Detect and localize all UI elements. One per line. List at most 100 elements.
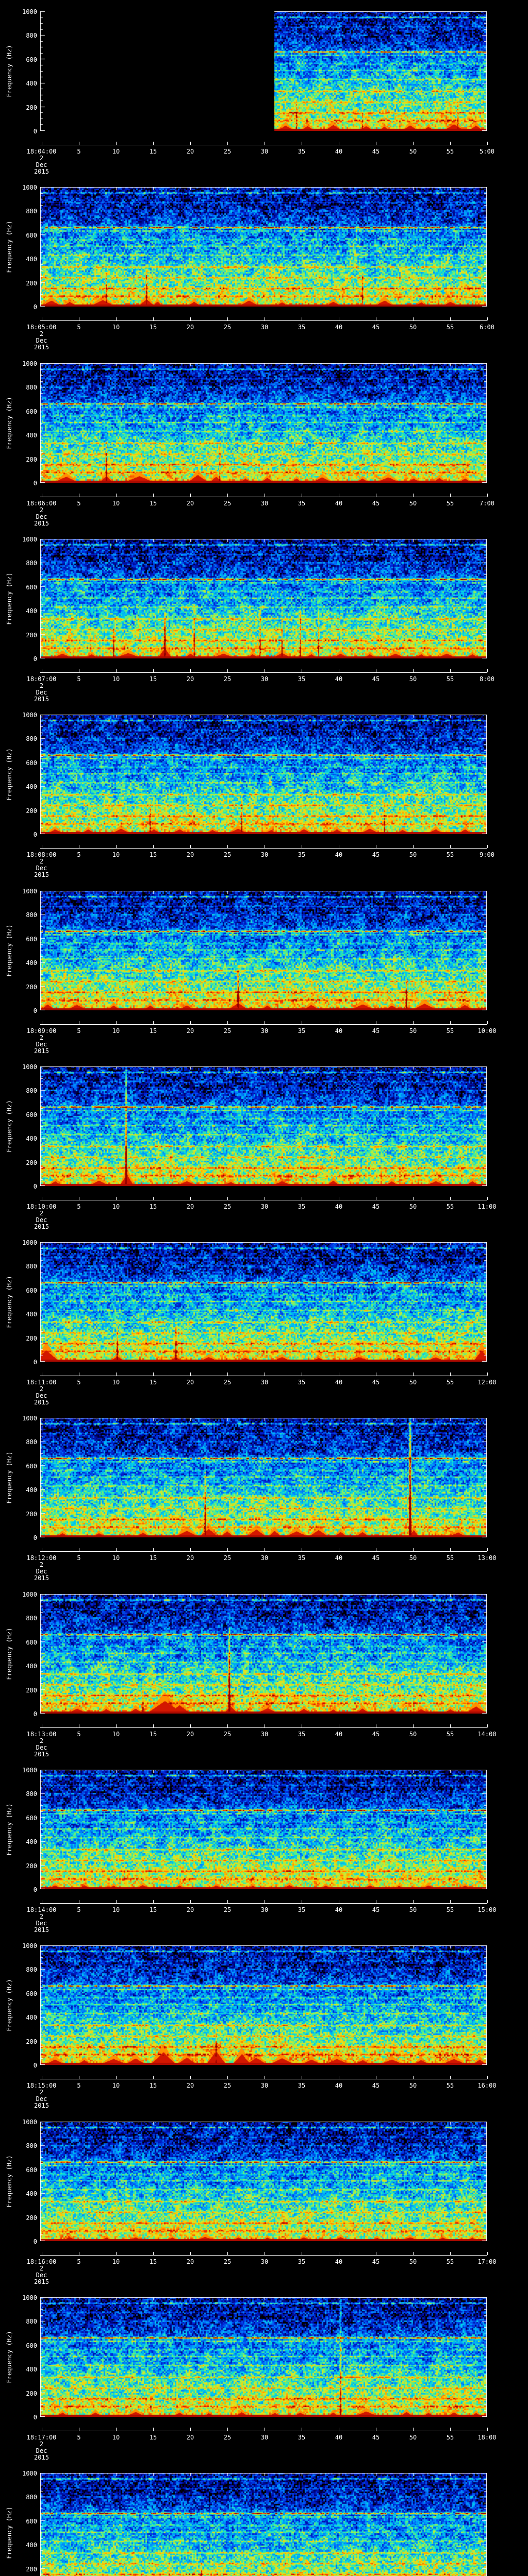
y-tick-label: 800: [26, 1790, 37, 1798]
spectrogram-canvas: [40, 1418, 487, 1537]
y-tick-label: 400: [26, 959, 37, 967]
y-tick-label: 200: [26, 456, 37, 463]
x-tick-mark: [487, 1372, 488, 1376]
spectrogram-canvas: [40, 891, 487, 1010]
x-tick-mark: [227, 1372, 228, 1376]
x-tick-mark: [487, 317, 488, 320]
spectrogram-panel: Frequency (Hz) 18:10:00 11:00 2 Dec 2015 0…: [0, 1055, 528, 1231]
minute-tick-label: 30: [260, 851, 269, 858]
y-tick-label: 600: [26, 1639, 37, 1646]
y-tick-label: 600: [26, 1463, 37, 1470]
y-tick-label: 1000: [22, 8, 37, 15]
minute-tick-label: 55: [446, 1027, 454, 1035]
x-tick-mark: [116, 1197, 117, 1200]
date-label: 2 Dec 2015: [18, 1035, 65, 1055]
y-axis-title: Frequency (Hz): [6, 2506, 13, 2559]
y-tick-label: 800: [26, 735, 37, 742]
x-tick-mark: [487, 669, 488, 672]
minute-tick-label: 20: [186, 1554, 194, 1562]
x-tick-mark: [116, 1372, 117, 1376]
minute-tick-label: 25: [223, 851, 232, 858]
x-tick-mark: [487, 142, 488, 145]
x-tick-mark: [450, 1197, 451, 1200]
minute-tick-label: 35: [298, 675, 306, 683]
minute-tick-label: 35: [298, 851, 306, 858]
minute-tick-label: 15: [149, 148, 157, 155]
y-tick-label: 600: [26, 2342, 37, 2349]
y-tick-label: 800: [26, 1966, 37, 1973]
x-tick-mark: [116, 317, 117, 320]
spectrogram-canvas: [40, 1242, 487, 1362]
y-tick-label: 0: [33, 128, 37, 135]
spectrogram-figure: Frequency (Hz) 18:04:00 5:00 2 Dec 2015 0 2…: [0, 0, 528, 2576]
end-time-label: 6:00: [480, 324, 494, 331]
time-axis-line: [40, 1551, 487, 1552]
spectrogram-panel: Frequency (Hz) 18:07:00 8:00 2 Dec 2015 0 2…: [0, 528, 528, 703]
time-axis-line: [40, 1727, 487, 1728]
minute-tick-label: 35: [298, 1027, 306, 1035]
start-time-label: 18:11:00: [26, 1379, 57, 1386]
x-tick-mark: [116, 1724, 117, 1727]
minute-tick-label: 45: [372, 2082, 380, 2089]
minute-tick-label: 55: [446, 675, 454, 683]
x-tick-mark: [227, 1900, 228, 1903]
y-tick-label: 200: [26, 280, 37, 287]
y-tick-label: 400: [26, 1486, 37, 1494]
y-tick-label: 400: [26, 1838, 37, 1845]
x-tick-mark: [153, 1197, 154, 1200]
y-tick-label: 200: [26, 1511, 37, 1518]
y-tick-label: 0: [33, 1886, 37, 1893]
x-tick-mark: [153, 142, 154, 145]
minute-tick-label: 5: [77, 324, 81, 331]
minute-tick-label: 5: [77, 500, 81, 507]
minute-tick-label: 20: [186, 500, 194, 507]
minute-tick-label: 50: [409, 2258, 417, 2265]
start-time-label: 18:14:00: [26, 1906, 57, 1913]
start-time-label: 18:17:00: [26, 2434, 57, 2441]
start-time-label: 18:16:00: [26, 2258, 57, 2265]
date-label: 2 Dec 2015: [18, 1210, 65, 1230]
minute-tick-label: 5: [77, 2258, 81, 2265]
minute-tick-label: 25: [223, 1203, 232, 1210]
x-tick-mark: [116, 669, 117, 672]
minute-tick-label: 35: [298, 1554, 306, 1562]
minute-tick-label: 55: [446, 148, 454, 155]
minute-tick-label: 10: [112, 675, 120, 683]
minute-tick-label: 10: [112, 1379, 120, 1386]
x-tick-mark: [116, 2428, 117, 2431]
x-tick-mark: [413, 1548, 414, 1551]
minute-tick-label: 30: [260, 2434, 269, 2441]
date-line: 2015: [34, 1751, 49, 1758]
minute-tick-label: 40: [335, 1027, 343, 1035]
minute-tick-label: 45: [372, 500, 380, 507]
x-tick-mark: [190, 317, 191, 320]
y-tick-label: 0: [33, 831, 37, 838]
y-axis-title: Frequency (Hz): [6, 1100, 13, 1153]
x-tick-mark: [487, 494, 488, 497]
x-tick-mark: [487, 845, 488, 848]
y-tick-label: 400: [26, 2541, 37, 2549]
minute-tick-label: 35: [298, 1906, 306, 1913]
x-tick-mark: [190, 669, 191, 672]
y-tick-label: 200: [26, 1159, 37, 1166]
minute-tick-label: 10: [112, 500, 120, 507]
date-label: 2 Dec 2015: [18, 683, 65, 703]
minute-tick-label: 55: [446, 1554, 454, 1562]
y-tick-label: 600: [26, 1815, 37, 1822]
minute-tick-label: 5: [77, 148, 81, 155]
x-tick-mark: [116, 2076, 117, 2079]
minute-tick-label: 5: [77, 2434, 81, 2441]
minute-tick-label: 50: [409, 1906, 417, 1913]
y-tick-label: 1000: [22, 1942, 37, 1950]
x-tick-mark: [153, 845, 154, 848]
minute-tick-label: 55: [446, 1203, 454, 1210]
x-tick-mark: [450, 1900, 451, 1903]
y-tick-label: 200: [26, 1335, 37, 1342]
minute-tick-label: 55: [446, 1906, 454, 1913]
minute-tick-label: 10: [112, 324, 120, 331]
y-tick-label: 600: [26, 936, 37, 943]
spectrogram-canvas: [40, 2473, 487, 2576]
y-tick-label: 400: [26, 256, 37, 263]
y-tick-label: 400: [26, 1311, 37, 1318]
y-axis-title: Frequency (Hz): [6, 1803, 13, 1856]
